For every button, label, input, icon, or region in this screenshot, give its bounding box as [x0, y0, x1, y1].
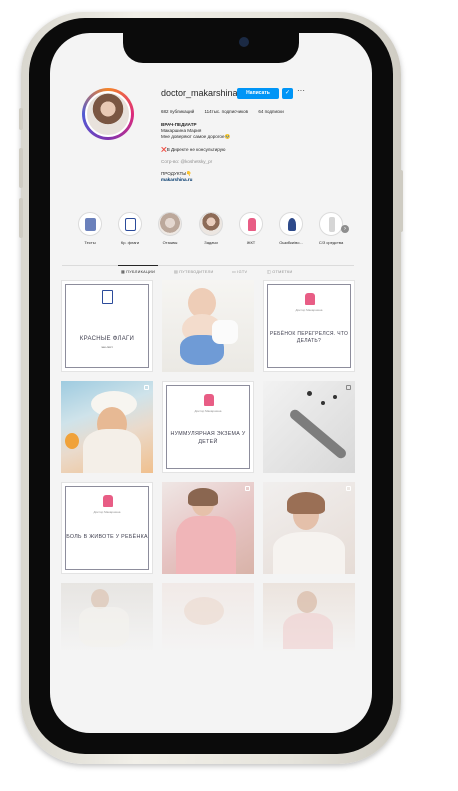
follow-button[interactable]: ✓	[282, 88, 293, 99]
bio-website-link[interactable]: makarshina.ru	[161, 177, 361, 183]
phone-volume-up	[19, 148, 23, 188]
highlight-label: Ошибки/во...	[279, 240, 303, 245]
phone-volume-down	[19, 198, 23, 238]
post-sitting-photo[interactable]	[61, 583, 153, 653]
carousel-icon	[346, 385, 351, 390]
tab-guides[interactable]: ▤ ПУТЕВОДИТЕЛИ	[174, 269, 214, 274]
highlight-cover	[199, 212, 223, 236]
phone-power-button	[399, 170, 403, 232]
highlight-label: ЖКТ	[246, 240, 256, 245]
phone-notch	[123, 33, 299, 63]
highlight-cover	[279, 212, 303, 236]
post-portrait-photo[interactable]	[263, 482, 355, 574]
brand-logo-icon	[103, 495, 113, 507]
following-count[interactable]: 64 подписки	[258, 109, 283, 114]
highlight-cover	[319, 212, 343, 236]
highlight-cover	[78, 212, 102, 236]
post-pink-coat-photo[interactable]	[162, 482, 254, 574]
post-stomach-pain[interactable]: Доктор Макаршина БОЛЬ В ЖИВОТЕ У РЕБЁНКА	[61, 482, 153, 574]
tabs-divider	[62, 265, 354, 266]
post-title: КРАСНЫЕ ФЛАГИ	[79, 336, 135, 342]
post-title: БОЛЬ В ЖИВОТЕ У РЕБЁНКА	[66, 534, 148, 540]
tab-posts[interactable]: ▦ ПУБЛИКАЦИИ	[121, 269, 155, 274]
posts-count[interactable]: 682 публикаций	[161, 109, 194, 114]
highlight-label: С/З средства	[318, 240, 344, 245]
post-brand: Доктор Макаршина	[194, 409, 222, 413]
phone-silent-switch	[19, 108, 23, 130]
post-title: НУММУЛЯРНАЯ ЭКЗЕМА У ДЕТЕЙ	[170, 431, 246, 445]
carousel-icon	[144, 385, 149, 390]
profile-bio: ВРАЧ-ПЕДИАТР Макаршина Мария Мне доверяю…	[161, 122, 361, 183]
person-check-icon: ✓	[284, 90, 291, 96]
post-smiling-photo[interactable]	[263, 583, 355, 653]
post-title: РЕБЁНОК ПЕРЕГРЕЛСЯ. ЧТО ДЕЛАТЬ?	[269, 331, 349, 344]
highlight-mistakes[interactable]: Ошибки/во...	[278, 212, 304, 245]
highlight-tasks[interactable]: Задачи	[198, 212, 224, 245]
highlight-gi[interactable]: ЖКТ	[238, 212, 264, 245]
active-tab-indicator	[118, 265, 158, 266]
highlight-label: Задачи	[204, 240, 218, 245]
post-red-flags[interactable]: КРАСНЫЕ ФЛАГИ чек-лист	[61, 280, 153, 372]
post-overheating[interactable]: Доктор Макаршина РЕБЁНОК ПЕРЕГРЕЛСЯ. ЧТО…	[263, 280, 355, 372]
highlight-label: Кр. флаги	[120, 240, 140, 245]
profile-stats: 682 публикаций 114тыс. подписчиков 64 по…	[161, 109, 293, 114]
highlight-cover	[239, 212, 263, 236]
camera-icon	[239, 37, 249, 47]
message-button[interactable]: Написать	[237, 88, 279, 99]
post-baby-sleeping-photo[interactable]	[162, 583, 254, 653]
highlight-label: Отзывы	[162, 240, 178, 245]
highlight-cover	[118, 212, 142, 236]
brand-logo-icon	[305, 293, 315, 305]
carousel-icon	[346, 486, 351, 491]
tab-igtv[interactable]: ▭ IGTV	[232, 269, 247, 274]
highlight-red-flags[interactable]: Кр. флаги	[117, 212, 143, 245]
avatar	[85, 91, 131, 137]
document-icon	[102, 290, 113, 304]
avatar-story-ring[interactable]	[82, 88, 134, 140]
followers-count[interactable]: 114тыс. подписчиков	[204, 109, 248, 114]
brand-logo-icon	[204, 394, 214, 406]
profile-username: doctor_makarshina	[161, 88, 238, 98]
chevron-right-icon[interactable]: ›	[341, 225, 349, 233]
post-subtitle: чек-лист	[101, 345, 113, 349]
carousel-icon	[245, 486, 250, 491]
story-highlights: Тесты Кр. флаги Отзывы Задачи ЖКТ Ошибки…	[64, 212, 364, 252]
post-eczema[interactable]: Доктор Макаршина НУММУЛЯРНАЯ ЭКЗЕМА У ДЕ…	[162, 381, 254, 473]
highlight-tests[interactable]: Тесты	[77, 212, 103, 245]
tab-tagged[interactable]: ◫ ОТМЕТКИ	[267, 269, 293, 274]
post-brand: Доктор Макаршина	[295, 308, 323, 312]
post-pen-photo[interactable]	[263, 381, 355, 473]
post-brand: Доктор Макаршина	[93, 510, 121, 514]
post-baby-photo[interactable]	[162, 280, 254, 372]
post-beach-photo[interactable]	[61, 381, 153, 473]
highlight-label: Тесты	[84, 240, 96, 245]
highlight-reviews[interactable]: Отзывы	[157, 212, 183, 245]
more-options-icon[interactable]: ···	[297, 86, 305, 95]
highlight-cover	[158, 212, 182, 236]
